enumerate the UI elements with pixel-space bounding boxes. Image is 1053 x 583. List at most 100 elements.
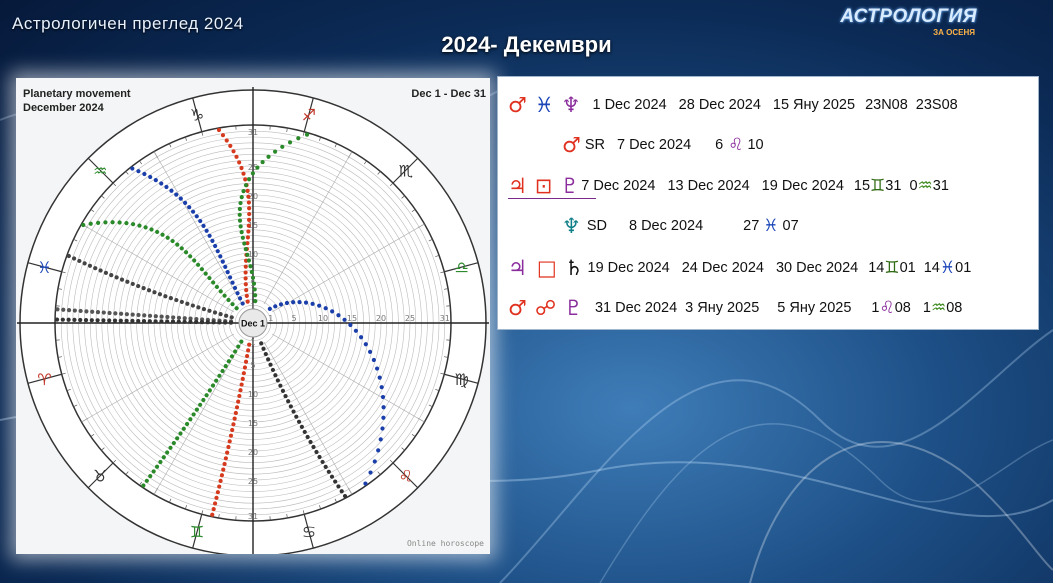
jupiter-track xyxy=(223,264,228,269)
node-track xyxy=(261,346,266,351)
zodiac-sign-glyph: ♊ xyxy=(190,523,204,542)
mercury-track xyxy=(266,154,271,159)
venus-track xyxy=(218,289,223,294)
moon-track xyxy=(297,300,302,305)
moon-track xyxy=(278,302,284,307)
mercury-track xyxy=(304,132,310,137)
node-track xyxy=(286,399,291,404)
zodiac-sign-glyph: ♋ xyxy=(302,523,316,542)
neptune-track xyxy=(176,315,182,320)
mars-track xyxy=(238,388,243,393)
moon-track-lower xyxy=(181,426,186,431)
moon-track xyxy=(267,306,272,311)
node-track xyxy=(326,469,331,474)
mars-track xyxy=(231,422,236,427)
mercury-track xyxy=(240,235,245,240)
mercury-track xyxy=(239,195,244,200)
saturn-track xyxy=(190,303,195,308)
moon-track-lower xyxy=(223,363,228,369)
node-track xyxy=(266,357,271,362)
moon-track-lower xyxy=(233,349,238,354)
jupiter-track xyxy=(230,280,235,285)
neptune-track xyxy=(66,308,72,313)
node-track xyxy=(288,404,293,409)
sun-track xyxy=(246,229,251,234)
mars-track xyxy=(234,405,240,410)
saturn-track xyxy=(93,266,98,271)
mars-track xyxy=(211,506,216,512)
mars-track xyxy=(218,478,223,484)
jupiter-track xyxy=(213,243,218,249)
jupiter-track xyxy=(235,291,240,296)
moon-track-lower xyxy=(236,344,241,349)
transit-minutes: 31 xyxy=(932,178,949,194)
node-track xyxy=(291,409,296,414)
saturn-track xyxy=(212,310,218,315)
moon-track xyxy=(342,317,347,322)
sun-track xyxy=(216,127,222,133)
mars-track xyxy=(210,512,215,517)
saturn-track xyxy=(114,275,119,280)
venus-track xyxy=(124,221,129,226)
neptune-track xyxy=(84,309,89,314)
venus-track xyxy=(183,250,189,255)
pisces-icon: ♓ xyxy=(534,92,554,117)
transit-degree: 1 xyxy=(871,300,880,316)
transit-row-5: ♃ □ ♄ 19 Dec 2024 24 Dec 2024 30 Dec 202… xyxy=(508,250,971,286)
sun-track xyxy=(241,171,246,176)
venus-track xyxy=(130,222,136,227)
transit-degree: 23S08 xyxy=(915,97,958,113)
venus-track xyxy=(199,267,205,272)
node-track xyxy=(299,424,304,429)
transit-date: 31 Dec 2024 xyxy=(594,300,678,316)
node-track xyxy=(296,419,302,424)
node-track xyxy=(270,367,276,373)
transits-panel: ♂ ♓ ♆ 1 Dec 2024 28 Dec 2024 15 Яну 2025… xyxy=(497,76,1039,330)
jupiter-track xyxy=(153,178,158,183)
mars-track xyxy=(236,399,241,404)
pluto-icon: ♇ xyxy=(564,295,583,320)
neptune-track xyxy=(95,310,101,315)
mars-track xyxy=(244,353,250,359)
venus-track xyxy=(110,220,115,225)
square-aspect-icon: □ xyxy=(536,255,557,280)
venus-track xyxy=(170,238,175,244)
moon-track-lower xyxy=(188,417,193,422)
moon-track xyxy=(363,342,368,347)
venus-track xyxy=(137,223,142,228)
mars-track xyxy=(217,484,222,489)
jupiter-track xyxy=(164,184,169,190)
transit-date: 1 Dec 2024 xyxy=(592,97,667,113)
pluto-track xyxy=(159,319,164,324)
transit-degree: 6 xyxy=(715,137,724,153)
node-track xyxy=(259,341,264,346)
mars-track xyxy=(246,348,251,353)
day-ring-label: 10 xyxy=(248,390,258,399)
saturn-track xyxy=(109,273,114,278)
neptune-track xyxy=(153,314,158,319)
moon-track xyxy=(323,306,328,311)
mars-track xyxy=(237,393,242,399)
sun-track xyxy=(231,149,236,154)
neptune-track xyxy=(113,311,118,316)
sun-track xyxy=(228,143,233,148)
logo-subtitle: ЗА ОСЕНЯ xyxy=(933,28,975,37)
moon-track xyxy=(284,300,290,306)
transit-degree: 23N08 xyxy=(865,97,908,113)
moon-track xyxy=(291,300,296,305)
jupiter-track xyxy=(232,285,238,291)
moon-track xyxy=(371,357,376,363)
pluto-track xyxy=(54,317,60,322)
venus-track xyxy=(222,293,227,298)
transit-row-6: ♂ ☍ ♇ 31 Dec 2024 3 Яну 2025 5 Яну 2025 … xyxy=(508,290,962,326)
sun-track xyxy=(220,133,226,138)
moon-track-lower xyxy=(141,483,146,488)
zodiac-sign-glyph: ♉ xyxy=(93,467,107,486)
jupiter-track xyxy=(228,275,233,280)
pluto-track xyxy=(60,317,65,322)
sun-track xyxy=(246,194,251,199)
mars-icon: ♂ xyxy=(508,92,527,117)
neptune-track xyxy=(171,315,176,320)
venus-track xyxy=(230,302,235,307)
mercury-track xyxy=(280,144,285,149)
